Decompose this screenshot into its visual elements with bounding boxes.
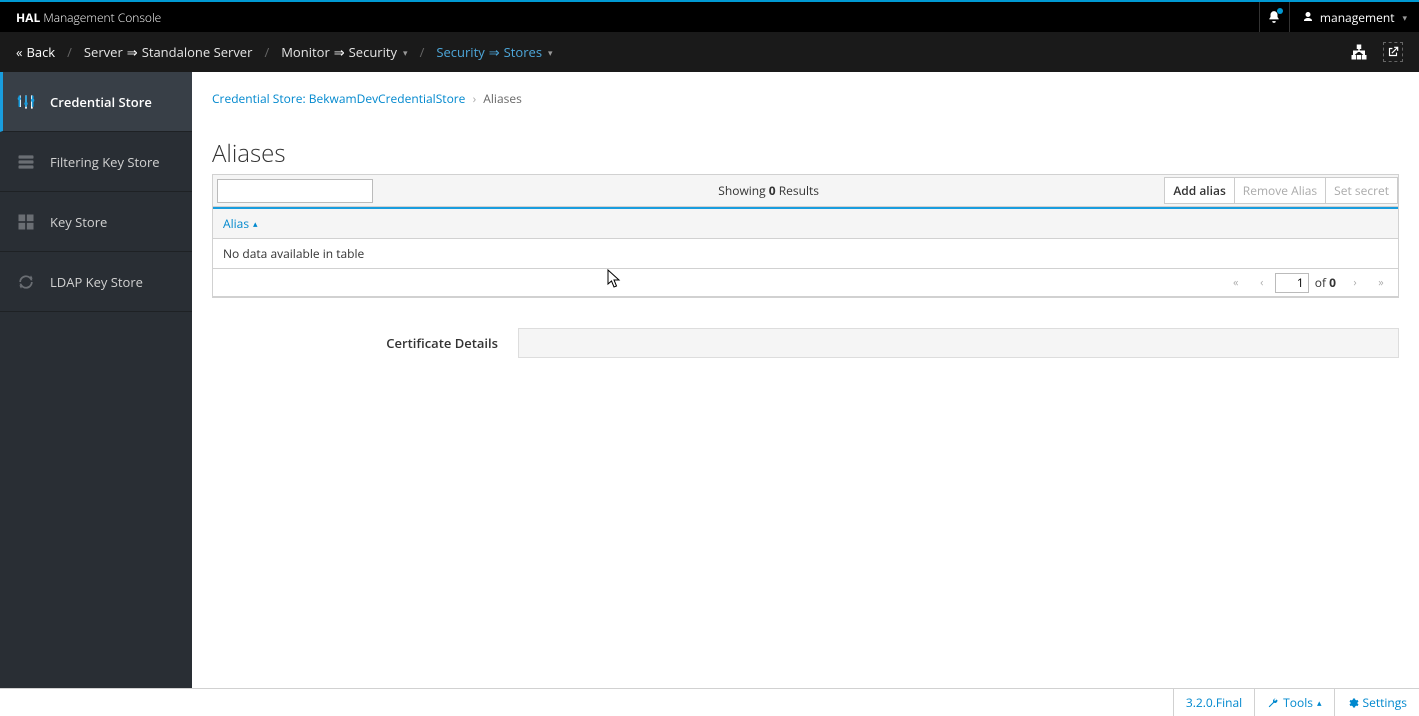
- sitemap-icon: [1350, 43, 1368, 61]
- server-icon: [16, 152, 36, 172]
- user-name: management: [1320, 9, 1395, 26]
- app-title-bold: HAL: [16, 9, 40, 26]
- nav-arrow-icon: ⇒: [334, 43, 345, 61]
- set-secret-button[interactable]: Set secret: [1326, 177, 1398, 204]
- add-alias-button[interactable]: Add alias: [1164, 177, 1234, 204]
- nav-security-stores[interactable]: Security ⇒ Stores ▾: [436, 43, 552, 61]
- column-header-label: Alias: [223, 215, 249, 232]
- results-count: Showing 0 Results: [373, 182, 1164, 199]
- chevron-down-icon: ▾: [1402, 11, 1407, 24]
- remove-alias-button[interactable]: Remove Alias: [1235, 177, 1326, 204]
- back-button[interactable]: « Back: [16, 43, 55, 61]
- sidebar-item-credential-store[interactable]: Credential Store: [0, 72, 192, 132]
- nav-bar: « Back / Server ⇒ Standalone Server / Mo…: [0, 32, 1419, 72]
- user-icon: [1302, 11, 1314, 23]
- certificate-details-row: Certificate Details: [212, 328, 1399, 358]
- chevron-down-icon: ▾: [403, 46, 408, 59]
- external-link-icon: [1386, 45, 1400, 59]
- main-content: Credential Store: BekwamDevCredentialSto…: [192, 72, 1419, 688]
- header-bar: HAL Management Console management ▾: [0, 2, 1419, 32]
- gear-icon: [1347, 697, 1359, 709]
- grid-icon: [16, 212, 36, 232]
- header-right: management ▾: [1259, 2, 1419, 32]
- wrench-icon: [1267, 697, 1279, 709]
- nav-separator: /: [420, 43, 425, 61]
- sidebar-item-label: Filtering Key Store: [50, 153, 160, 171]
- footer-tools[interactable]: Tools ▴: [1254, 689, 1333, 716]
- nav-arrow-icon: ⇒: [489, 43, 500, 61]
- certificate-details-box: [518, 328, 1399, 358]
- breadcrumb-link[interactable]: Credential Store: BekwamDevCredentialSto…: [212, 90, 465, 107]
- nav-separator: /: [264, 43, 269, 61]
- notifications-button[interactable]: [1259, 2, 1289, 32]
- nav-arrow-icon: ⇒: [127, 43, 138, 61]
- table-header-alias[interactable]: Alias ▴: [213, 207, 1398, 239]
- nav-server[interactable]: Server ⇒ Standalone Server: [84, 43, 253, 61]
- sidebar-item-label: LDAP Key Store: [50, 273, 143, 291]
- nav-right-actions: [1349, 42, 1403, 62]
- app-title-rest: Management Console: [43, 9, 161, 26]
- nav-breadcrumb: « Back / Server ⇒ Standalone Server / Mo…: [16, 43, 553, 61]
- page-of-label: of 0: [1315, 274, 1336, 291]
- footer-settings[interactable]: Settings: [1334, 689, 1419, 716]
- chevron-down-icon: ▾: [548, 46, 553, 59]
- sidebar-item-key-store[interactable]: Key Store: [0, 192, 192, 252]
- app-title: HAL Management Console: [0, 9, 161, 26]
- page-last-button[interactable]: »: [1368, 270, 1394, 296]
- sidebar-item-label: Credential Store: [50, 93, 152, 111]
- nav-separator: /: [67, 43, 72, 61]
- breadcrumb-separator: ›: [473, 90, 477, 107]
- toolbar-buttons: Add alias Remove Alias Set secret: [1164, 177, 1398, 204]
- page-next-button[interactable]: ›: [1342, 270, 1368, 296]
- sort-asc-icon: ▴: [253, 217, 258, 230]
- page-current-input[interactable]: [1275, 273, 1309, 293]
- notification-dot: [1277, 8, 1283, 14]
- sliders-icon: [16, 92, 36, 112]
- table-empty-message: No data available in table: [213, 239, 1398, 269]
- sync-icon: [16, 272, 36, 292]
- breadcrumb-current: Aliases: [483, 90, 522, 107]
- page-breadcrumb: Credential Store: BekwamDevCredentialSto…: [212, 90, 1399, 107]
- sidebar-item-label: Key Store: [50, 213, 107, 231]
- back-label: Back: [26, 43, 55, 61]
- nav-monitor[interactable]: Monitor ⇒ Security ▾: [281, 43, 407, 61]
- search-input[interactable]: [217, 179, 373, 203]
- pagination: « ‹ of 0 › »: [213, 269, 1398, 297]
- external-link-button[interactable]: [1383, 42, 1403, 62]
- aliases-table: Showing 0 Results Add alias Remove Alias…: [212, 174, 1399, 298]
- sidebar-item-filtering-key-store[interactable]: Filtering Key Store: [0, 132, 192, 192]
- topology-button[interactable]: [1349, 42, 1369, 62]
- back-chevron-icon: «: [16, 43, 22, 61]
- table-toolbar: Showing 0 Results Add alias Remove Alias…: [213, 175, 1398, 207]
- page-first-button[interactable]: «: [1223, 270, 1249, 296]
- certificate-details-label: Certificate Details: [212, 328, 518, 358]
- page-title: Aliases: [212, 137, 1399, 170]
- footer: 3.2.0.Final Tools ▴ Settings: [0, 688, 1419, 716]
- page-prev-button[interactable]: ‹: [1249, 270, 1275, 296]
- user-menu[interactable]: management ▾: [1289, 2, 1419, 32]
- footer-version[interactable]: 3.2.0.Final: [1173, 689, 1254, 716]
- sidebar: Credential Store Filtering Key Store Key…: [0, 72, 192, 688]
- sidebar-item-ldap-key-store[interactable]: LDAP Key Store: [0, 252, 192, 312]
- chevron-up-icon: ▴: [1317, 696, 1322, 709]
